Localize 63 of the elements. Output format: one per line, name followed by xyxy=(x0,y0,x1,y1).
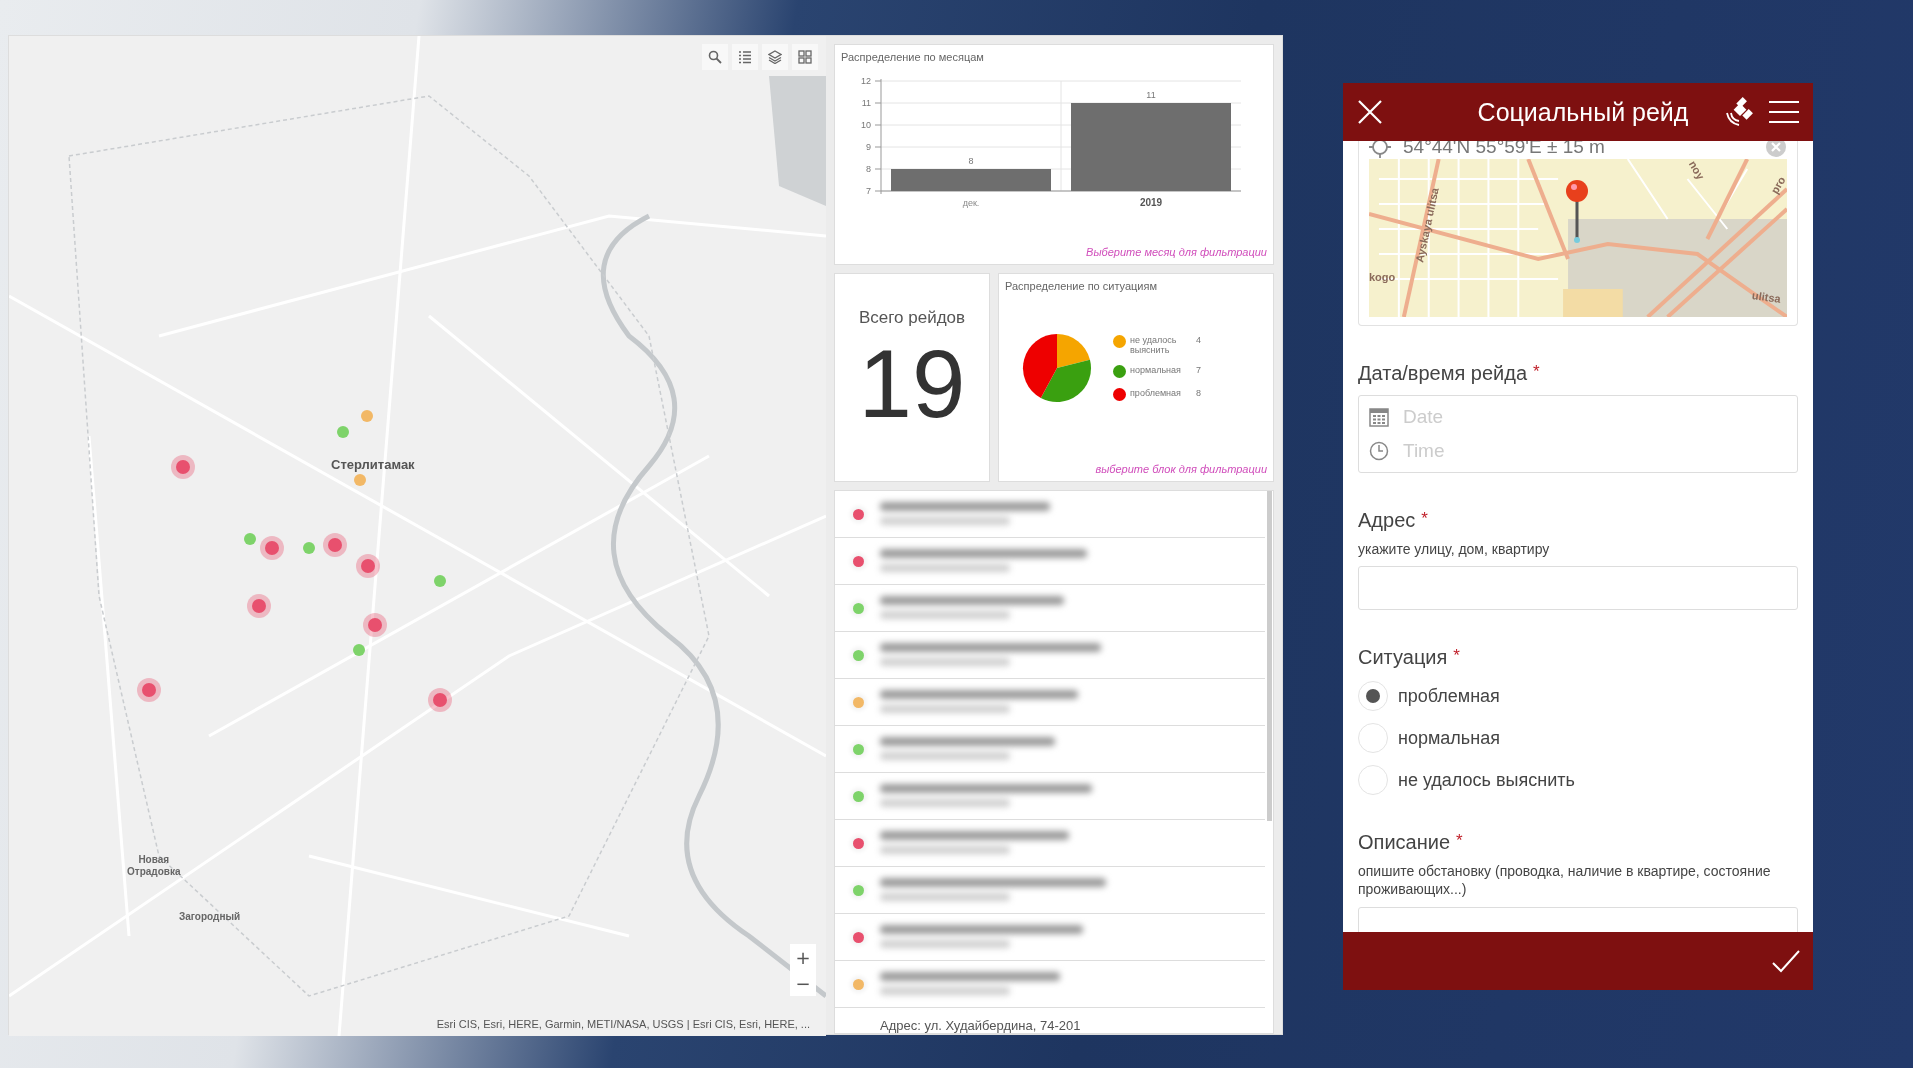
layers-icon[interactable] xyxy=(762,44,788,70)
stat-value: 19 xyxy=(858,336,966,432)
place-label: Новая Отрадовка xyxy=(127,854,181,877)
street-label: Ayskaya ulitsa xyxy=(1413,186,1441,264)
legend-count: 4 xyxy=(1196,335,1201,345)
pie-slice[interactable] xyxy=(1023,334,1057,398)
bar-value-label: 8 xyxy=(968,156,974,166)
legend-label: нормальная xyxy=(1130,365,1182,375)
clear-icon[interactable] xyxy=(1765,141,1787,158)
required-mark: * xyxy=(1456,831,1463,853)
field-label: Дата/время рейда xyxy=(1358,362,1528,385)
category-label: 2019 xyxy=(1139,197,1163,208)
pie-slice[interactable] xyxy=(1057,334,1090,368)
search-icon[interactable] xyxy=(702,44,728,70)
field-hint: укажите улицу, дом, квартиру xyxy=(1358,540,1551,559)
street-label: pro xyxy=(1768,174,1787,196)
category-label: дек. xyxy=(962,198,980,208)
list-icon[interactable] xyxy=(732,44,758,70)
option-label[interactable]: проблемная xyxy=(1398,685,1500,707)
chart-title: Распределение по месяцам xyxy=(841,51,985,63)
scrollbar[interactable] xyxy=(1267,491,1272,821)
required-mark: * xyxy=(1421,509,1428,530)
legend-label: не удалось выяснить xyxy=(1130,335,1178,355)
street-label: kogo xyxy=(1369,271,1396,283)
legend-count: 8 xyxy=(1196,388,1201,398)
grid-icon[interactable] xyxy=(792,44,818,70)
axis-tick-label: 10 xyxy=(861,120,871,130)
address-input[interactable] xyxy=(1358,566,1798,611)
calendar-icon xyxy=(1369,407,1389,427)
field-label: Описание xyxy=(1358,831,1451,855)
axis-tick-label: 8 xyxy=(866,164,871,174)
required-mark: * xyxy=(1533,362,1540,383)
screen-title: Социальный рейд xyxy=(1476,97,1690,127)
axis-tick-label: 7 xyxy=(866,186,871,196)
legend-label: проблемная xyxy=(1130,388,1182,398)
chart-title: Распределение по ситуациям xyxy=(1005,280,1159,292)
stat-label: Всего рейдов xyxy=(858,308,966,328)
option-label[interactable]: не удалось выяснить xyxy=(1398,769,1575,791)
filter-hint[interactable]: выберите блок для фильтрации xyxy=(1095,463,1267,475)
field-hint: опишите обстановку (проводка, наличие в квартире, состояние проживающих...) xyxy=(1358,862,1772,899)
axis-tick-label: 11 xyxy=(861,98,871,108)
field-label: Адрес xyxy=(1358,509,1416,532)
map-pin-icon xyxy=(1565,179,1589,243)
option-label[interactable]: нормальная xyxy=(1398,727,1500,749)
check-icon[interactable] xyxy=(1771,949,1801,973)
place-label: Стерлитамак xyxy=(331,458,415,473)
map-attribution: Esri CIS, Esri, HERE, Garmin, METI/NASA, USGS | Esri CIS, Esri, HERE, ... xyxy=(436,1018,810,1030)
bar-value-label: 11 xyxy=(1146,90,1156,100)
record-address: Адрес: ул. Худайбердина, 74-201 xyxy=(880,1018,1081,1033)
close-icon[interactable] xyxy=(1357,99,1383,125)
menu-icon[interactable] xyxy=(1769,100,1799,124)
axis-tick-label: 12 xyxy=(861,76,871,86)
crosshair-icon xyxy=(1369,141,1391,158)
clock-icon xyxy=(1369,441,1389,461)
required-mark: * xyxy=(1453,646,1460,668)
pie-slice[interactable] xyxy=(1040,359,1091,402)
street-label: ulitsa xyxy=(1751,289,1782,305)
street-label: noy xyxy=(1686,159,1707,182)
legend-count: 7 xyxy=(1196,365,1201,375)
filter-hint[interactable]: Выберите месяц для фильтрации xyxy=(1086,246,1267,258)
axis-tick-label: 9 xyxy=(866,142,871,152)
place-label: Загородный xyxy=(179,911,241,923)
field-label: Ситуация xyxy=(1358,646,1448,670)
